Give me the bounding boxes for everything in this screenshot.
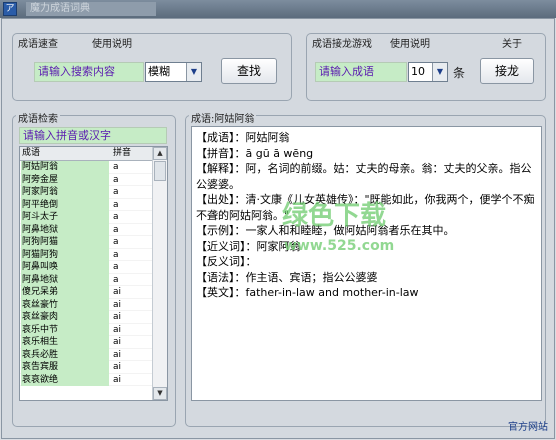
list-item[interactable]: 阿鼻叫唤 a [20, 261, 152, 274]
list-item[interactable]: 阿家阿翁 a [20, 186, 152, 199]
search-mode-value: 模糊 [148, 65, 170, 78]
list-item-idiom: 阿姑阿翁 [21, 161, 109, 174]
detail-group-label: 成语:阿姑阿翁 [189, 110, 257, 125]
scroll-up-icon[interactable]: ▲ [153, 147, 167, 160]
detail-line: 【英文】：father-in-law and mother-in-law [196, 286, 419, 299]
list-item-idiom: 哀乐相生 [21, 336, 109, 349]
list-item-idiom: 阿旁金屋 [21, 173, 109, 186]
list-item[interactable]: 阿鼻地狱 a [20, 273, 152, 286]
list-item[interactable]: 阿斗太子 a [20, 211, 152, 224]
list-item-pinyin: ai [113, 299, 122, 310]
title-bar: ア 魔力成语词典 [0, 0, 556, 18]
scroll-thumb[interactable] [154, 161, 166, 181]
list-item-pinyin: ai [113, 362, 122, 372]
list-item-idiom: 阿鼻叫唤 [21, 261, 109, 274]
list-item-pinyin: ai [113, 312, 122, 322]
list-item-idiom: 阿猫阿狗 [21, 248, 109, 261]
list-item-idiom: 傻兄呆弟 [21, 286, 109, 299]
list-item-pinyin: a [113, 262, 119, 272]
col-header-idiom[interactable]: 成语 [22, 147, 40, 160]
search-mode-select[interactable]: 模糊 ▼ [145, 62, 202, 82]
solitaire-button[interactable]: 接龙 [480, 58, 534, 84]
idiom-list[interactable]: 成语 拼音 阿姑阿翁 a 阿旁金屋 a 阿家阿翁 a 阿平绝倒 a 阿斗太子 a 阿鼻地狱 a 阿狗阿猫… [19, 146, 168, 401]
search-input[interactable]: 请输入搜索内容 [34, 62, 144, 82]
search-button[interactable]: 查找 [221, 58, 277, 84]
chevron-down-icon[interactable]: ▼ [432, 63, 447, 81]
list-item-pinyin: ai [113, 324, 122, 335]
main-window: 成语速查 使用说明 请输入搜索内容 模糊 ▼ 查找 成语接龙游戏 使用说明 关于… [1, 18, 555, 439]
detail-line: 【拼音】：ā gū ā wēng [196, 146, 314, 160]
list-item-pinyin: a [113, 249, 119, 260]
list-item-idiom: 阿斗太子 [21, 211, 109, 224]
list-item-pinyin: a [113, 224, 119, 235]
list-item-idiom: 哀兵必胜 [21, 348, 109, 361]
watermark-logo: 绿色下载 [282, 201, 387, 231]
detail-line: 【解释】：阿，名词的前缀。姑：丈夫的母亲。翁：丈夫的父亲。指公公婆婆。 [196, 162, 532, 191]
list-item-idiom: 阿鼻地狱 [21, 223, 109, 236]
list-item-pinyin: a [113, 174, 119, 185]
about-link[interactable]: 关于 [502, 35, 522, 50]
list-item-pinyin: ai [113, 287, 122, 297]
list-rows: 阿姑阿翁 a 阿旁金屋 a 阿家阿翁 a 阿平绝倒 a 阿斗太子 a 阿鼻地狱 a 阿狗阿猫 a 阿猫阿狗 a… [20, 161, 152, 386]
search-group-label: 成语速查 [16, 35, 60, 50]
list-item-pinyin: a [113, 187, 119, 197]
index-search-input[interactable]: 请输入拼音或汉字 [19, 127, 167, 144]
list-item[interactable]: 傻兄呆弟 ai [20, 286, 152, 299]
idiom-detail-text: 【成语】：阿姑阿翁【拼音】：ā gū ā wēng 【解释】：阿，名词的前缀。姑：… [191, 126, 542, 401]
list-item[interactable]: 哀乐中节 ai [20, 323, 152, 336]
index-group-label: 成语检索 [16, 110, 60, 125]
list-item-idiom: 阿平绝倒 [21, 198, 109, 211]
list-item-idiom: 阿狗阿猫 [21, 236, 109, 249]
list-item-idiom: 哀乐中节 [21, 323, 109, 336]
list-item[interactable]: 哀哀欲绝 ai [20, 373, 152, 386]
game-count-unit: 条 [453, 66, 466, 80]
detail-line: 【反义词】： [196, 255, 257, 268]
list-item-pinyin: a [113, 237, 119, 247]
list-item-pinyin: ai [113, 349, 122, 360]
list-item-idiom: 阿家阿翁 [21, 186, 109, 199]
list-item[interactable]: 阿平绝倒 a [20, 198, 152, 211]
list-item-pinyin: ai [113, 337, 122, 347]
game-help-link[interactable]: 使用说明 [390, 35, 430, 50]
list-item-idiom: 哀哀欲绝 [21, 373, 109, 386]
list-item-pinyin: a [113, 162, 119, 172]
game-input[interactable]: 请输入成语 [315, 62, 407, 82]
list-item[interactable]: 哀告宾服 ai [20, 361, 152, 374]
list-item-idiom: 阿鼻地狱 [21, 273, 109, 286]
list-item[interactable]: 哀丝豪竹 ai [20, 298, 152, 311]
list-item-pinyin: ai [113, 374, 122, 385]
list-item-idiom: 哀丝豪肉 [21, 311, 109, 324]
col-header-pinyin[interactable]: 拼音 [113, 147, 131, 160]
list-item[interactable]: 阿狗阿猫 a [20, 236, 152, 249]
list-item[interactable]: 阿姑阿翁 a [20, 161, 152, 174]
list-item[interactable]: 阿旁金屋 a [20, 173, 152, 186]
game-count-select[interactable]: 10 ▼ [408, 62, 448, 82]
watermark-url: www.525.com [284, 238, 395, 254]
detail-line: 【语法】：作主语、宾语；指公公婆婆 [196, 270, 378, 284]
scroll-down-icon[interactable]: ▼ [153, 387, 167, 400]
list-item[interactable]: 阿猫阿狗 a [20, 248, 152, 261]
window-title: 魔力成语词典 [26, 2, 156, 16]
game-group-label: 成语接龙游戏 [310, 35, 374, 50]
list-item[interactable]: 哀丝豪肉 ai [20, 311, 152, 324]
list-item-pinyin: a [113, 212, 119, 222]
search-help-link[interactable]: 使用说明 [92, 35, 132, 50]
chevron-down-icon[interactable]: ▼ [186, 63, 201, 81]
list-header: 成语 拼音 [20, 147, 152, 161]
list-item[interactable]: 哀乐相生 ai [20, 336, 152, 349]
list-item[interactable]: 阿鼻地狱 a [20, 223, 152, 236]
list-item-idiom: 哀告宾服 [21, 361, 109, 374]
official-site-link[interactable]: 官方网站 [508, 418, 548, 433]
list-scrollbar[interactable]: ▲ ▼ [152, 147, 167, 400]
detail-line: 【成语】：阿姑阿翁 [196, 131, 290, 144]
list-item-pinyin: a [113, 274, 119, 285]
list-item-pinyin: a [113, 199, 119, 210]
list-item[interactable]: 哀兵必胜 ai [20, 348, 152, 361]
app-icon: ア [3, 2, 17, 16]
game-count-value: 10 [411, 65, 425, 78]
list-item-idiom: 哀丝豪竹 [21, 298, 109, 311]
